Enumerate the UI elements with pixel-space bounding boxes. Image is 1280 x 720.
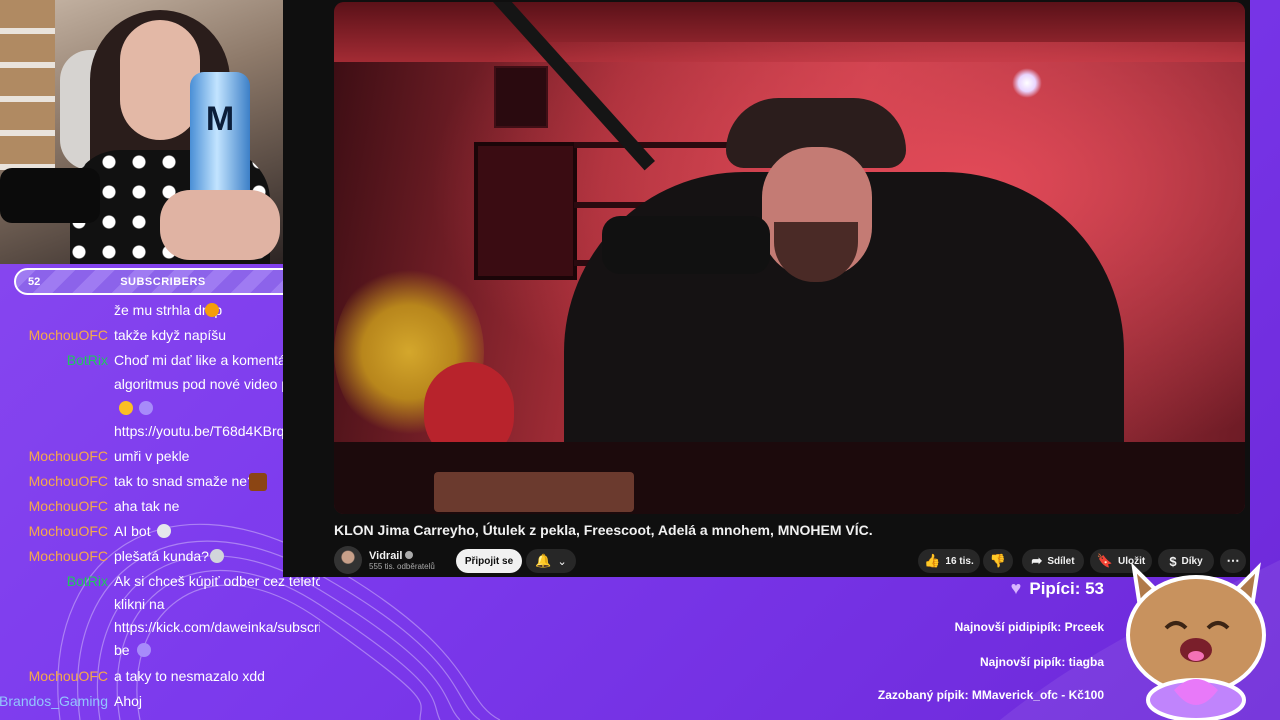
chat-message: BotRix Ak si chceš kúpiť odber cez telef… — [0, 569, 320, 593]
video-player[interactable] — [334, 2, 1245, 514]
thumbs-down-icon: 👎 — [989, 553, 1007, 568]
chat-username[interactable]: Brandos_Gaming — [0, 689, 108, 713]
subscribers-goal-bar: 52 SUBSCRIBERS 60 — [14, 268, 312, 295]
emote-icon — [249, 473, 267, 491]
chat-message-text: umři v pekle — [114, 448, 190, 464]
emoji-icon — [205, 303, 219, 317]
chat-message-continued: https://youtu.be/T68d4KBrqh — [0, 419, 320, 443]
chat-message-continued: algoritmus pod nové video pje — [0, 372, 320, 396]
share-button[interactable]: ➦ Sdílet — [1022, 549, 1084, 573]
channel-name[interactable]: Vidrail — [369, 550, 402, 562]
subscribers-current: 52 — [28, 275, 41, 288]
chat-username[interactable]: MochouOFC — [29, 544, 108, 568]
join-button[interactable]: Připojit se — [456, 549, 522, 573]
chat-username[interactable]: MochouOFC — [29, 494, 108, 518]
latest-gift-sub: Najnovší pidipipík: Prceek — [954, 620, 1104, 634]
heart-icon: ♥ — [1010, 578, 1022, 598]
channel-subscribers: 555 tis. odběratelů — [369, 561, 435, 571]
chat-panel: že mu strhla dráp MochouOFC takže když n… — [0, 298, 320, 720]
chat-message-text: Choď mi dať like a komentár p — [114, 352, 303, 368]
video-title: KLON Jima Carreyho, Útulek z pekla, Free… — [334, 522, 873, 538]
chat-emote-row — [0, 396, 320, 420]
bell-icon: 🔔 — [535, 553, 552, 568]
chat-message-text: takže když napíšu — [114, 327, 227, 343]
chat-message: Brandos_Gaming Ahoj — [0, 689, 320, 713]
chat-message-text: a taky to nesmazalo xdd — [114, 668, 265, 684]
chat-username[interactable]: MochouOFC — [29, 323, 108, 347]
chat-message: MochouOFC tak to snad smaže ne? — [0, 469, 320, 493]
purple-heart-icon — [137, 643, 151, 657]
channel-avatar[interactable] — [334, 546, 362, 574]
thumbs-up-icon: 👍 — [924, 553, 941, 568]
chat-username[interactable]: MochouOFC — [29, 519, 108, 543]
chat-link[interactable]: be — [114, 638, 130, 662]
chat-username[interactable]: BotRix — [67, 348, 108, 372]
chat-username[interactable]: MochouOFC — [29, 469, 108, 493]
channel-info[interactable]: Vidrail 555 tis. odběratelů — [334, 546, 435, 574]
chat-username[interactable]: BotRix — [67, 569, 108, 593]
chat-message: MochouOFC a taky to nesmazalo xdd — [0, 664, 320, 688]
pipici-label: Pipíci: 53 — [1029, 578, 1104, 598]
chat-username[interactable]: MochouOFC — [29, 664, 108, 688]
latest-sub: Najnovší pipík: tiagba — [979, 655, 1104, 669]
dislike-button[interactable]: 👎 — [983, 549, 1013, 573]
chat-message-text: plešatá kunda? — [114, 548, 209, 564]
chat-message: MochouOFC plešatá kunda? — [0, 544, 320, 568]
chevron-down-icon: ⌄ — [557, 555, 567, 568]
bandage-emoji-icon — [157, 524, 171, 538]
chat-username[interactable]: MochouOFC — [29, 444, 108, 468]
latest-tip: Zazobaný pípik: MMaverick_ofc - Kč100 — [877, 688, 1104, 702]
cat-mascot-icon — [1126, 562, 1266, 720]
purple-heart-icon — [139, 401, 153, 415]
subscribers-label: SUBSCRIBERS — [120, 275, 206, 288]
chat-message: MochouOFC aha tak ne — [0, 494, 320, 518]
chat-link[interactable]: https://youtu.be/T68d4KBrqh — [114, 419, 292, 443]
chat-message-continued: klikni na — [0, 592, 320, 616]
share-icon: ➦ — [1031, 553, 1043, 568]
chat-message-continued: https://kick.com/daweinka/subscri — [0, 615, 320, 639]
verified-icon — [405, 550, 414, 559]
like-count: 16 tis. — [945, 555, 974, 567]
chat-message-text: Ahoj — [114, 693, 143, 709]
webcam-feed: M — [0, 0, 283, 264]
chat-message-continued: be — [0, 638, 320, 662]
chat-message-text: tak to snad smaže ne? — [114, 473, 255, 489]
chat-message-text: AI bot — [114, 523, 151, 539]
chat-link[interactable]: https://kick.com/daweinka/subscri — [114, 615, 320, 639]
chat-message-text: algoritmus pod nové video pje — [114, 376, 301, 392]
monster-can-logo: M — [205, 100, 235, 138]
chat-message-text: klikni na — [114, 596, 165, 612]
pipici-counter: ♥ Pipíci: 53 — [1011, 578, 1104, 599]
bookmark-icon: 🔖 — [1096, 553, 1113, 568]
chat-message-text: aha tak ne — [114, 498, 180, 514]
chat-message: že mu strhla dráp — [0, 298, 320, 322]
share-label: Sdílet — [1047, 555, 1075, 567]
like-button[interactable]: 👍 16 tis. — [918, 549, 980, 573]
emote-icon — [210, 549, 224, 563]
chat-message: MochouOFC umři v pekle — [0, 444, 320, 468]
chat-message: MochouOFC takže když napíšu — [0, 323, 320, 347]
smile-emoji-icon — [119, 401, 133, 415]
chat-message: MochouOFC AI bot — [0, 519, 320, 543]
chat-message: BotRix Choď mi dať like a komentár p — [0, 348, 320, 372]
notifications-button[interactable]: 🔔 ⌄ — [526, 549, 576, 573]
